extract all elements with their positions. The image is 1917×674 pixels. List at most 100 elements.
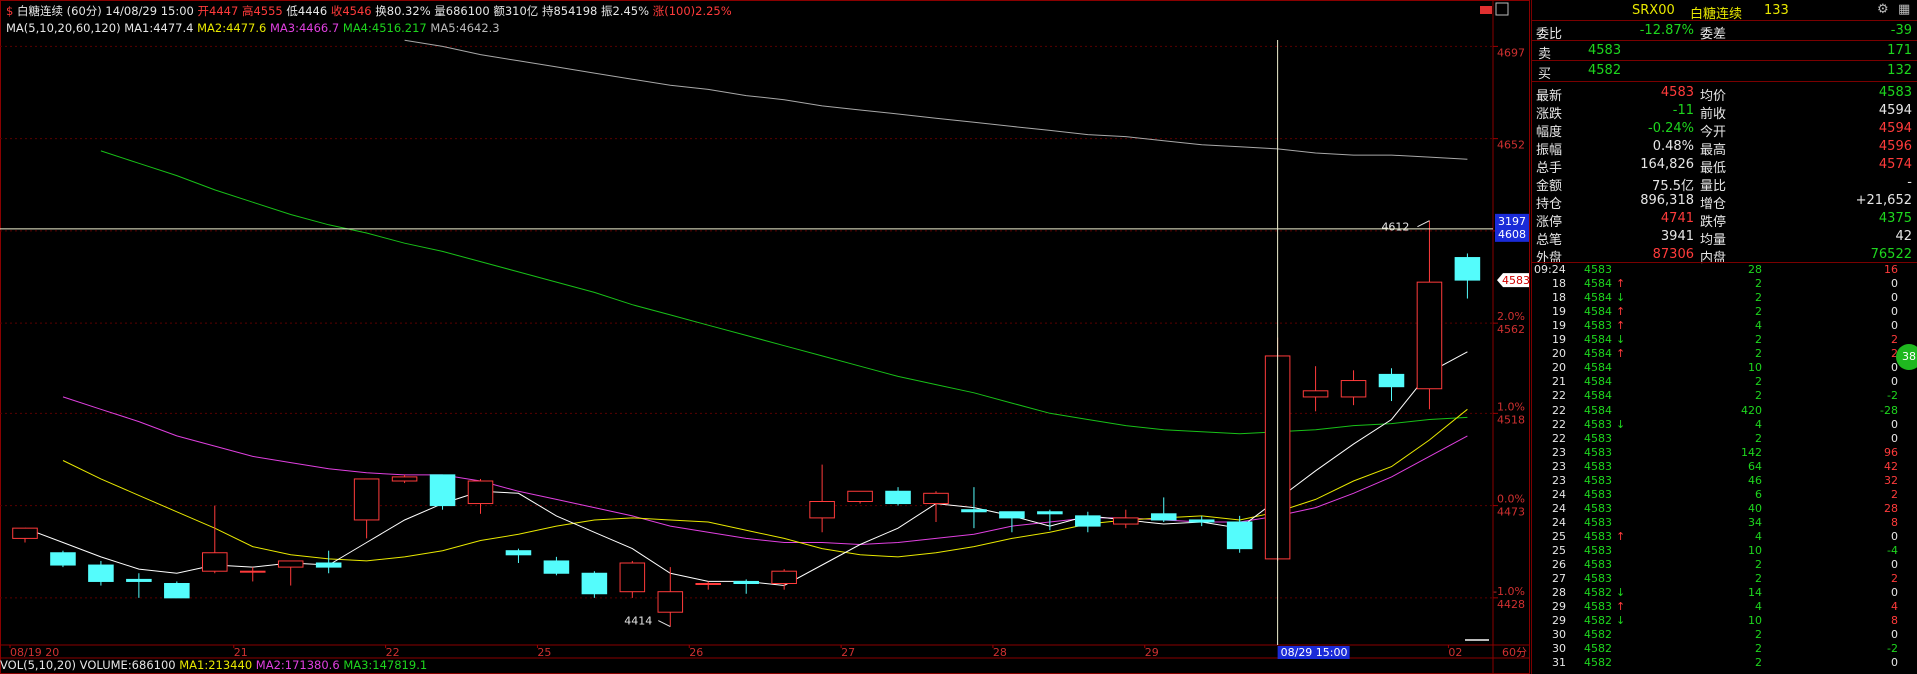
open-interest-value: 持854198 — [541, 4, 598, 18]
candle-body[interactable] — [581, 572, 608, 595]
candle-body[interactable] — [126, 578, 152, 582]
candle-body[interactable] — [1075, 515, 1101, 527]
candle-body[interactable] — [315, 562, 342, 568]
candle-body[interactable] — [847, 490, 873, 502]
candle-body[interactable] — [543, 560, 570, 574]
divider — [1532, 40, 1917, 41]
tick-volume: 2 — [1755, 642, 1762, 656]
candle-body[interactable] — [277, 560, 304, 568]
candle-body[interactable] — [961, 509, 987, 513]
stat-value: 4574 — [1878, 157, 1912, 172]
tick-arrow: ↓ — [1616, 333, 1626, 347]
tick-volume: 2 — [1755, 558, 1762, 572]
candle-body[interactable] — [771, 570, 797, 585]
candle-body[interactable] — [999, 511, 1025, 519]
tick-volume: 142 — [1741, 445, 1762, 459]
candle-body[interactable] — [733, 580, 759, 585]
settings-icon[interactable]: ⚙ — [1877, 2, 1889, 17]
high-annotation-line — [1417, 220, 1430, 228]
candle-body[interactable] — [12, 527, 38, 539]
panel-code: SRX00 — [1632, 3, 1675, 18]
tick-price: 4583 — [1584, 529, 1612, 543]
stat-value: 87306 — [1652, 247, 1694, 262]
tick-delta: 8 — [1891, 515, 1898, 529]
candle-body[interactable] — [1340, 380, 1367, 398]
window-icon[interactable] — [1495, 2, 1509, 16]
ma4-value: MA4:4516.217 — [342, 21, 427, 35]
tick-delta: -28 — [1880, 403, 1898, 417]
tick-price: 4584 — [1584, 333, 1612, 347]
stat-value: 3941 — [1660, 229, 1694, 244]
tick-row: 29 4583 ↑ 4 4 — [1532, 600, 1912, 614]
candle-body[interactable] — [1454, 257, 1481, 281]
tick-row: 19 4584 ↓ 2 2 — [1532, 333, 1912, 347]
candle-body[interactable] — [1037, 511, 1063, 515]
candle-body[interactable] — [391, 476, 418, 482]
candle-body[interactable] — [1416, 281, 1443, 390]
stat-value: 896,318 — [1640, 193, 1694, 208]
tick-row: 24 4583 40 28 — [1532, 502, 1912, 516]
candle-body[interactable] — [429, 474, 456, 507]
tick-row: 09:24 4583 28 16 — [1532, 263, 1912, 277]
book-icon[interactable] — [1480, 6, 1492, 14]
bid-volume: 132 — [1887, 63, 1912, 78]
candle-body[interactable] — [1226, 521, 1253, 550]
y-price-label: 4562 — [1497, 323, 1525, 336]
tick-arrow: ↓ — [1616, 417, 1626, 431]
stat-value: 0.48% — [1652, 139, 1694, 154]
tick-delta: 2 — [1891, 487, 1898, 501]
grid-icon[interactable]: ▦ — [1898, 2, 1910, 17]
candle-body[interactable] — [809, 501, 835, 519]
candle-body[interactable] — [467, 480, 494, 505]
candle-body[interactable] — [353, 478, 380, 521]
candle-body[interactable] — [202, 552, 228, 572]
candle-body[interactable] — [505, 550, 532, 556]
scroll-indicator[interactable] — [1465, 639, 1489, 641]
bid-row[interactable]: 买 4582 132 — [1532, 62, 1917, 82]
tick-volume: 64 — [1748, 459, 1762, 473]
candle-body[interactable] — [1188, 519, 1215, 523]
tick-row: 23 4583 64 42 — [1532, 460, 1912, 474]
tick-delta: 4 — [1891, 600, 1898, 614]
tick-row: 27 4583 2 2 — [1532, 572, 1912, 586]
candle-body[interactable] — [88, 564, 114, 582]
badge[interactable]: 38 — [1896, 344, 1917, 370]
tick-delta: 96 — [1884, 445, 1898, 459]
candle-body[interactable] — [1378, 373, 1405, 388]
candle-body[interactable] — [657, 591, 684, 613]
crosshair-price-label: 4608 — [1498, 228, 1526, 241]
tick-price: 4583 — [1584, 417, 1612, 431]
divider — [1532, 20, 1917, 21]
stat-value: 42 — [1895, 229, 1912, 244]
ask-row[interactable]: 卖 4583 171 — [1532, 42, 1917, 62]
candle-body[interactable] — [1302, 390, 1329, 398]
candle-body[interactable] — [695, 583, 722, 585]
dollar-icon: $ — [6, 4, 14, 18]
tick-time: 29 — [1552, 614, 1566, 628]
candle-body[interactable] — [164, 583, 190, 599]
tick-row: 29 4582 ↓ 10 8 — [1532, 614, 1912, 628]
tick-time: 28 — [1552, 586, 1566, 600]
candle-body[interactable] — [1113, 517, 1139, 525]
candle-body[interactable] — [1150, 513, 1177, 521]
y-price-label: 4473 — [1497, 506, 1525, 519]
tick-delta: 0 — [1891, 656, 1898, 670]
kline-chart[interactable]: 4697465246072.0%45621.0%45180.0%4473-1.0… — [0, 0, 1530, 674]
candle-body[interactable] — [619, 562, 646, 593]
candle-body[interactable] — [50, 552, 76, 566]
tick-row: 23 4583 142 96 — [1532, 446, 1912, 460]
tick-delta: 8 — [1891, 614, 1898, 628]
tick-volume: 2 — [1755, 333, 1762, 347]
candle-body[interactable] — [239, 570, 266, 573]
low-annotation: 4414 — [624, 615, 652, 628]
tick-time: 24 — [1552, 501, 1566, 515]
tick-time: 27 — [1552, 572, 1566, 586]
candle-body[interactable] — [923, 492, 949, 505]
kline-chart-area[interactable]: 4697465246072.0%45621.0%45180.0%4473-1.0… — [0, 0, 1530, 674]
candle-body[interactable] — [885, 490, 911, 505]
y-price-label: 4518 — [1497, 413, 1525, 426]
tick-delta: 42 — [1884, 459, 1898, 473]
crosshair-extra-label: 3197 — [1498, 215, 1526, 228]
tick-row: 22 4584 2 -2 — [1532, 389, 1912, 403]
price-header: $ 白糖连续 (60分) 14/08/29 15:00 开4447 高4555 … — [6, 3, 732, 19]
